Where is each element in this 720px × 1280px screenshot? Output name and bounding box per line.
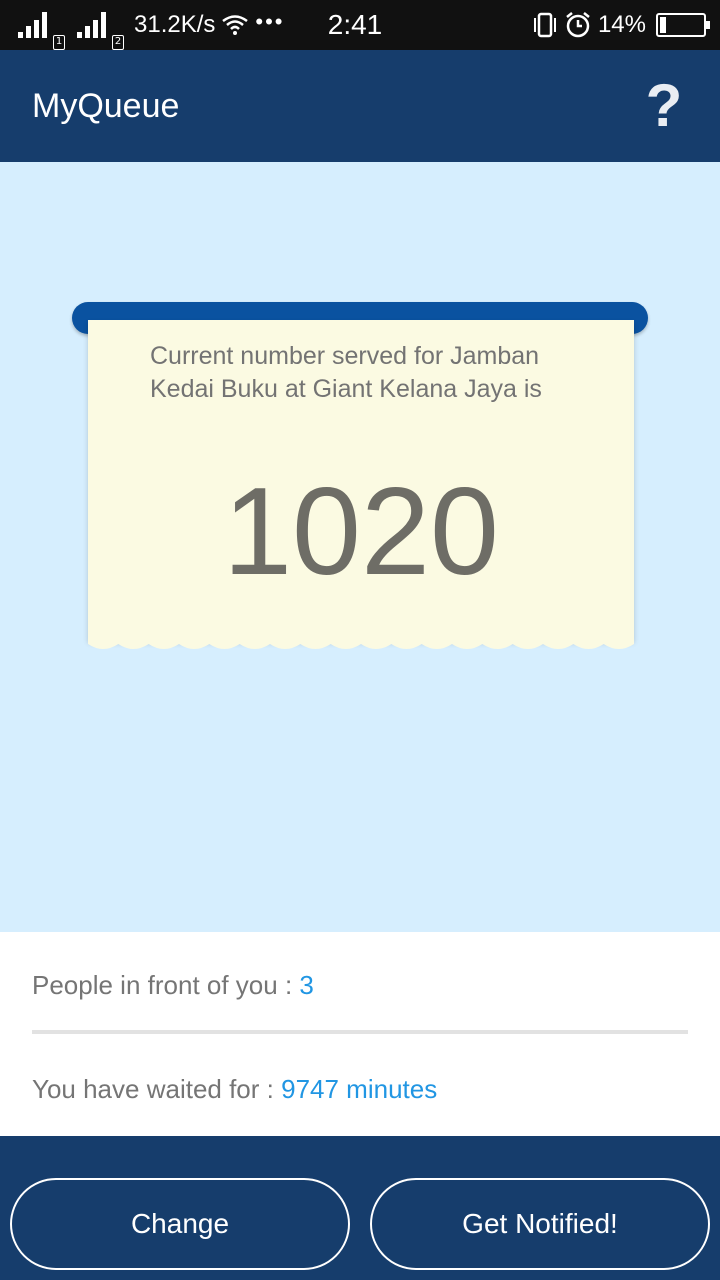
app-bar: MyQueue ?	[0, 50, 720, 162]
status-right: 14%	[532, 0, 710, 50]
alarm-icon	[566, 12, 590, 38]
bottom-action-bar: Change Get Notified!	[0, 1136, 720, 1280]
battery-icon	[656, 13, 710, 37]
wait-time-row: You have waited for : 9747 minutes	[32, 1074, 437, 1105]
divider	[32, 1030, 688, 1034]
wifi-icon	[222, 15, 249, 35]
people-ahead-value: 3	[299, 970, 314, 1000]
wait-time-label: You have waited for :	[32, 1074, 282, 1104]
wait-time-value: 9747 minutes	[281, 1074, 438, 1104]
get-notified-button[interactable]: Get Notified!	[370, 1178, 710, 1270]
battery-percent: 14%	[597, 11, 646, 38]
overflow-dots-icon: •••	[255, 9, 285, 34]
sim1-badge: 1	[53, 35, 65, 50]
vibrate-icon	[533, 12, 556, 38]
status-left: 1 2 31.2K/s •••	[18, 0, 285, 50]
app-title: MyQueue	[32, 87, 180, 125]
battery-fill	[660, 17, 666, 33]
people-ahead-row: People in front of you : 3	[32, 970, 314, 1001]
ticket-label: Current number served for Jamban Kedai B…	[150, 342, 542, 403]
queue-info-panel: People in front of you : 3 You have wait…	[0, 932, 720, 1136]
change-button[interactable]: Change	[10, 1178, 350, 1270]
signal-1-icon	[18, 12, 47, 38]
ticket-torn-edge	[88, 638, 634, 649]
current-number: 1020	[223, 463, 499, 601]
people-ahead-label: People in front of you :	[32, 970, 300, 1000]
status-bar: 1 2 31.2K/s ••• 2:41 14%	[0, 0, 720, 50]
sim2-badge: 2	[112, 35, 124, 50]
help-icon[interactable]: ?	[644, 76, 684, 136]
net-speed: 31.2K/s	[134, 11, 216, 38]
ticket-area: Current number served for Jamban Kedai B…	[0, 162, 720, 932]
signal-2-icon	[77, 12, 106, 38]
queue-ticket: Current number served for Jamban Kedai B…	[88, 320, 634, 649]
